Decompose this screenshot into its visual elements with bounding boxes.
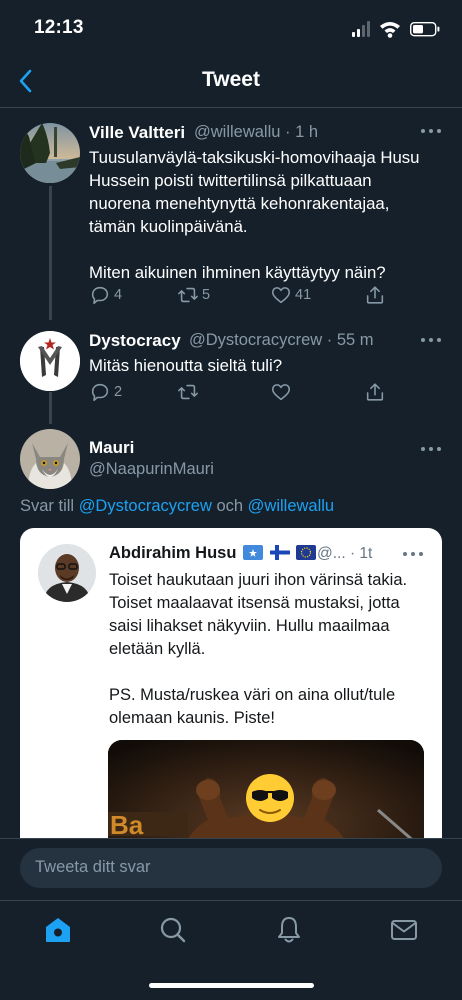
retweet-count: 5 <box>202 287 211 303</box>
messages-icon[interactable] <box>389 915 419 945</box>
battery-icon <box>409 21 440 37</box>
cellular-signal-icon <box>352 21 370 37</box>
author-handle[interactable]: @willewallu · 1 h <box>194 123 318 142</box>
more-options-icon[interactable] <box>420 126 442 136</box>
author-name[interactable]: Ville Valtteri <box>89 123 185 143</box>
reply-button[interactable]: 2 <box>89 380 122 404</box>
notifications-icon[interactable] <box>274 915 304 945</box>
eu-flag-icon <box>296 545 317 560</box>
like-button[interactable] <box>270 380 292 404</box>
wifi-icon <box>380 22 400 38</box>
somalia-flag-icon <box>243 545 264 560</box>
reply-icon <box>91 286 109 305</box>
finland-flag-icon <box>269 545 290 560</box>
heart-icon <box>271 384 291 401</box>
status-bar: 12:13 <box>0 0 462 54</box>
reply-button[interactable]: 4 <box>89 283 122 307</box>
share-icon <box>366 286 384 304</box>
reply-count: 2 <box>114 384 123 400</box>
retweet-button[interactable]: 5 <box>177 283 210 307</box>
reply-to-line: Svar till @Dystocracycrew och @willewall… <box>20 497 334 516</box>
tweet-text: Mitäs hienoutta sieltä tuli? <box>89 356 283 375</box>
home-icon[interactable] <box>43 915 73 945</box>
share-button[interactable] <box>364 283 386 307</box>
status-time: 12:13 <box>34 17 84 38</box>
author-handle[interactable]: @Dystocracycrew · 55 m <box>189 331 374 350</box>
avatar[interactable] <box>20 123 80 183</box>
share-icon <box>366 383 384 401</box>
avatar-image <box>20 331 80 391</box>
tweet-actions: 2 <box>89 380 399 404</box>
thread-connector <box>49 392 52 424</box>
embedded-more-icon <box>403 552 423 556</box>
mention-link[interactable]: @willewallu <box>248 497 334 515</box>
author-handle[interactable]: @NaapurinMauri <box>89 460 214 479</box>
embedded-author-name-text: Abdirahim Husu <box>109 544 237 562</box>
embedded-avatar <box>38 544 96 602</box>
reply-input[interactable]: Tweeta ditt svar <box>20 848 442 888</box>
like-button[interactable]: 41 <box>270 283 311 307</box>
like-count: 41 <box>295 287 312 303</box>
avatar[interactable] <box>20 429 80 489</box>
more-options-icon[interactable] <box>420 444 442 454</box>
retweet-icon <box>178 384 198 400</box>
embedded-author-handle: @... · 1t <box>317 545 373 562</box>
search-icon[interactable] <box>158 915 188 945</box>
reply-count: 4 <box>114 287 123 303</box>
heart-icon <box>271 287 291 304</box>
tweet-text: Tuusulanväylä-taksikuski-homovihaaja Hus… <box>89 148 420 282</box>
share-button[interactable] <box>364 380 386 404</box>
embedded-tweet-text: Toiset haukutaan juuri ihon värinsä taki… <box>109 571 408 727</box>
thread-connector <box>49 186 52 320</box>
reply-to-prefix: Svar till <box>20 497 79 515</box>
embedded-tweet-image[interactable]: Abdirahim Husu @... · 1t Toiset haukutaa… <box>20 528 442 858</box>
system-status-icons <box>352 21 440 38</box>
mention-link[interactable]: @Dystocracycrew <box>79 497 212 515</box>
avatar-image <box>20 429 80 489</box>
avatar[interactable] <box>20 331 80 391</box>
reply-icon <box>91 383 109 402</box>
author-name[interactable]: Mauri <box>89 438 134 458</box>
retweet-icon <box>178 287 198 303</box>
reply-input-placeholder: Tweeta ditt svar <box>35 858 151 876</box>
home-indicator <box>149 983 314 988</box>
avatar-image <box>20 123 80 183</box>
retweet-button[interactable] <box>177 380 199 404</box>
navigation-bar: Tweet <box>0 54 462 108</box>
avatar-image <box>38 544 96 602</box>
tweet-actions: 4 5 41 <box>89 283 399 307</box>
page-title: Tweet <box>202 68 260 91</box>
reply-to-joiner: och <box>211 497 248 515</box>
banner-text: Ba <box>110 810 144 840</box>
author-name[interactable]: Dystocracy <box>89 331 181 351</box>
embedded-author-name: Abdirahim Husu <box>109 544 317 563</box>
more-options-icon[interactable] <box>420 335 442 345</box>
